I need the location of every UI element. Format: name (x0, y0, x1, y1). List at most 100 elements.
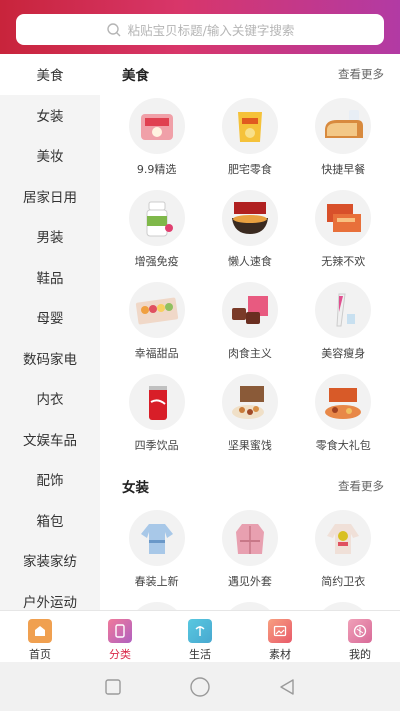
subcategory-label: 幸福甜品 (134, 347, 179, 360)
subcategory-label: 遇见外套 (227, 575, 272, 588)
home-button-icon[interactable] (189, 676, 211, 698)
subcategory-item[interactable]: 简约卫衣 (297, 506, 390, 598)
subcategory-item[interactable]: 懒人速食 (203, 186, 296, 278)
subcategory-item[interactable]: 坚果蜜饯 (203, 370, 296, 462)
sidebar-item-shoes[interactable]: 鞋品 (0, 257, 100, 298)
subcategory-item[interactable] (297, 598, 390, 610)
recents-icon[interactable] (104, 678, 122, 696)
product-thumb (221, 602, 278, 610)
subcategory-label: 快捷早餐 (321, 163, 366, 176)
tab-label: 首页 (29, 648, 51, 661)
sweatshirt-icon (315, 510, 372, 566)
subcategory-item[interactable]: 快捷早餐 (297, 94, 390, 186)
sidebar-item-label: 箱包 (36, 513, 64, 530)
subcategory-label: 懒人速食 (227, 255, 272, 268)
sidebar-item-furnishing[interactable]: 家装家纺 (0, 540, 100, 581)
beef-jerky-icon (221, 282, 278, 338)
sidebar-item-bags[interactable]: 箱包 (0, 500, 100, 541)
material-icon (268, 619, 292, 643)
subcategory-label: 春装上新 (134, 575, 179, 588)
tab-label: 分类 (109, 648, 131, 661)
sidebar-item-digital[interactable]: 数码家电 (0, 338, 100, 379)
back-icon[interactable] (278, 678, 296, 696)
section-title: 女装 (122, 480, 149, 496)
subcategory-label: 四季饮品 (134, 439, 179, 452)
subcategory-label: 简约卫衣 (321, 575, 366, 588)
chips-icon (221, 98, 278, 154)
subcategory-label: 坚果蜜饯 (227, 439, 272, 452)
subcategory-item[interactable] (203, 598, 296, 610)
product-thumb (128, 602, 185, 610)
sidebar-item-label: 鞋品 (36, 270, 64, 287)
subcategory-item[interactable] (110, 598, 203, 610)
noodle-bowl-icon (221, 190, 278, 246)
tab-label: 素材 (269, 648, 291, 661)
subcategory-item[interactable]: 增强免疫 (110, 186, 203, 278)
subcategory-label: 零食大礼包 (315, 439, 371, 452)
search-placeholder: 粘贴宝贝标题/输入关键字搜索 (127, 23, 295, 38)
life-icon (188, 619, 212, 643)
tab-material[interactable]: 素材 (240, 611, 320, 662)
view-more-link[interactable]: 查看更多 (338, 478, 384, 494)
section-header: 女装 查看更多 (100, 466, 400, 506)
macaron-box-icon (128, 282, 185, 338)
subcategory-item[interactable]: 无辣不欢 (297, 186, 390, 278)
sidebar-item-label: 女装 (36, 108, 64, 125)
slim-drink-icon (315, 282, 372, 338)
subcategory-label: 肉食主义 (227, 347, 272, 360)
sidebar-item-women[interactable]: 女装 (0, 95, 100, 136)
subcategory-item[interactable]: 美容瘦身 (297, 278, 390, 370)
home-icon (28, 619, 52, 643)
category-icon (108, 619, 132, 643)
category-sidebar: 美食 女装 美妆 居家日用 男装 鞋品 母婴 数码家电 内衣 文娱车品 配饰 箱… (0, 54, 100, 610)
system-nav-bar (0, 662, 400, 711)
section-title: 美食 (122, 68, 149, 84)
sidebar-item-accessories[interactable]: 配饰 (0, 459, 100, 500)
snack-bag-icon (128, 98, 185, 154)
subcategory-item[interactable]: 幸福甜品 (110, 278, 203, 370)
vitamin-bottle-icon (128, 190, 185, 246)
tab-label: 生活 (189, 648, 211, 661)
subcategory-label: 增强免疫 (134, 255, 179, 268)
search-input[interactable]: 粘贴宝贝标题/输入关键字搜索 (16, 14, 384, 45)
subcategory-item[interactable]: 9.9精选 (110, 94, 203, 186)
subcategory-item[interactable]: 遇见外套 (203, 506, 296, 598)
subcategory-item[interactable]: 零食大礼包 (297, 370, 390, 462)
spicy-meat-icon (315, 190, 372, 246)
sidebar-item-label: 户外运动 (23, 594, 77, 610)
subcategory-item[interactable]: 肥宅零食 (203, 94, 296, 186)
sidebar-item-home[interactable]: 居家日用 (0, 176, 100, 217)
tab-home[interactable]: 首页 (0, 611, 80, 662)
subcategory-label: 无辣不欢 (321, 255, 366, 268)
gift-pack-icon (315, 374, 372, 430)
sidebar-item-label: 美食 (36, 68, 64, 85)
sidebar-item-outdoor[interactable]: 户外运动 (0, 581, 100, 610)
product-thumb (315, 602, 372, 610)
category-content: 美食 查看更多 9.9精选 肥宅零食 快捷早餐 增强免疫 懒人速食 无辣不欢 幸… (100, 54, 400, 610)
view-more-link[interactable]: 查看更多 (338, 66, 384, 82)
bread-icon (315, 98, 372, 154)
sidebar-item-entertainment[interactable]: 文娱车品 (0, 419, 100, 460)
search-icon (106, 22, 121, 36)
tab-label: 我的 (349, 648, 371, 661)
sidebar-item-baby[interactable]: 母婴 (0, 297, 100, 338)
sidebar-item-label: 内衣 (36, 392, 64, 409)
tab-category[interactable]: 分类 (80, 611, 160, 662)
cola-can-icon (128, 374, 185, 430)
sidebar-item-underwear[interactable]: 内衣 (0, 378, 100, 419)
subcategory-item[interactable]: 肉食主义 (203, 278, 296, 370)
tab-profile[interactable]: 我的 (320, 611, 400, 662)
sidebar-item-label: 配饰 (36, 473, 64, 490)
subcategory-label: 9.9精选 (136, 163, 177, 176)
tab-life[interactable]: 生活 (160, 611, 240, 662)
subcategory-item[interactable]: 春装上新 (110, 506, 203, 598)
subcategory-label: 美容瘦身 (321, 347, 366, 360)
sidebar-item-label: 数码家电 (23, 351, 77, 368)
subcategory-item[interactable]: 四季饮品 (110, 370, 203, 462)
sidebar-item-food[interactable]: 美食 (0, 54, 100, 95)
nuts-box-icon (221, 374, 278, 430)
sidebar-item-label: 母婴 (36, 311, 64, 328)
sidebar-item-beauty[interactable]: 美妆 (0, 135, 100, 176)
sidebar-item-men[interactable]: 男装 (0, 216, 100, 257)
sidebar-item-label: 男装 (36, 230, 64, 247)
